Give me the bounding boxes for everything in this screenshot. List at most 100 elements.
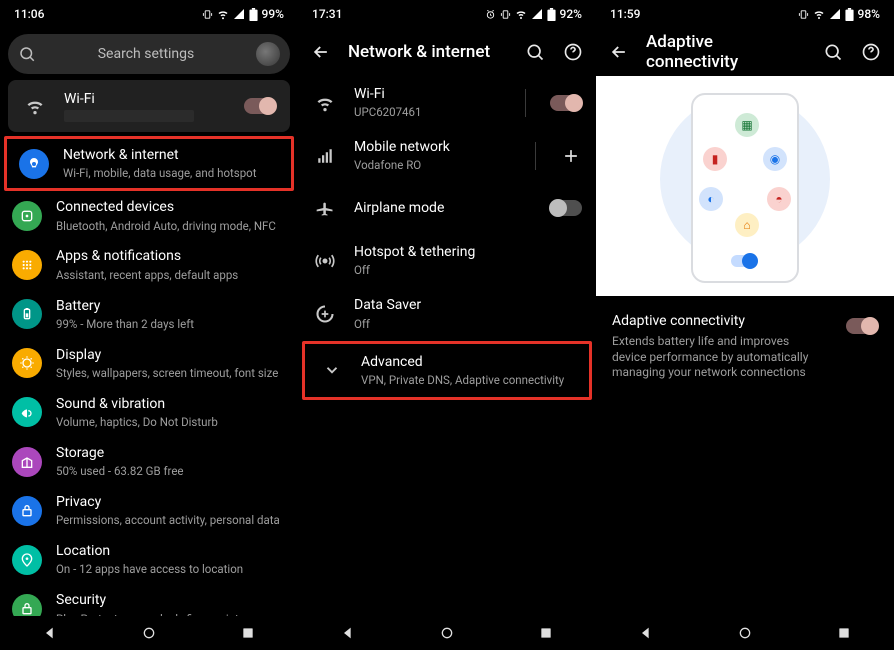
wifi-icon — [20, 96, 50, 116]
row-title: Mobile network — [354, 138, 511, 156]
nav-home[interactable] — [140, 624, 158, 642]
add-button[interactable] — [560, 145, 582, 167]
help-button[interactable] — [860, 41, 882, 63]
nav-home[interactable] — [736, 624, 754, 642]
item-title: Battery — [56, 297, 284, 315]
battery-icon — [249, 8, 258, 21]
search-settings[interactable]: Search settings — [8, 34, 290, 74]
status-time: 11:59 — [610, 7, 640, 21]
network-row[interactable]: Hotspot & tetheringOff — [298, 234, 596, 287]
category-icon — [12, 299, 42, 329]
settings-item[interactable]: Apps & notifications Assistant, recent ap… — [0, 240, 298, 289]
header-bar: Network & internet — [298, 28, 596, 76]
settings-item[interactable]: Network & internet Wi-Fi, mobile, data us… — [4, 136, 294, 191]
row-title: Data Saver — [354, 296, 582, 314]
datasaver-icon — [310, 304, 340, 324]
settings-item[interactable]: Connected devicesBluetooth, Android Auto… — [0, 191, 298, 240]
network-row[interactable]: Data SaverOff — [298, 287, 596, 340]
back-button[interactable] — [608, 41, 630, 63]
category-icon — [12, 545, 42, 575]
item-subtitle: Styles, wallpapers, screen timeout, font… — [56, 366, 284, 381]
item-title: Display — [56, 346, 284, 364]
adaptive-connectivity-row[interactable]: Adaptive connectivity Extends battery li… — [596, 296, 894, 381]
settings-item[interactable]: Display Styles, wallpapers, screen timeou… — [0, 339, 298, 388]
category-icon — [12, 496, 42, 526]
hotspot-icon — [310, 251, 340, 271]
wifi-title: Wi-Fi — [64, 90, 230, 108]
row-subtitle: Vodafone RO — [354, 158, 511, 173]
wifi-chip-icon: ◉ — [763, 147, 787, 171]
nav-home[interactable] — [438, 624, 456, 642]
category-icon — [12, 201, 42, 231]
search-button[interactable] — [822, 41, 844, 63]
adaptive-connectivity-panel: 11:59 98% Adaptive connectivity ▦ ▮ ◉ ◐ … — [596, 0, 894, 650]
toggle[interactable] — [550, 95, 582, 111]
wifi-toggle[interactable] — [244, 98, 276, 114]
settings-main-panel: 11:06 99% Search settings Wi-Fi Network … — [0, 0, 298, 650]
status-battery-pct: 92% — [560, 7, 582, 21]
signal-icon — [233, 8, 245, 20]
vibrate-icon — [500, 9, 511, 20]
nav-bar — [0, 616, 298, 650]
row-subtitle: UPC6207461 — [354, 105, 501, 120]
category-icon — [12, 250, 42, 280]
back-button[interactable] — [310, 41, 332, 63]
nav-bar — [596, 616, 894, 650]
toggle[interactable] — [550, 200, 582, 216]
setting-title: Adaptive connectivity — [612, 312, 834, 330]
network-row[interactable]: Wi-FiUPC6207461 — [298, 76, 596, 129]
item-title: Sound & vibration — [56, 395, 284, 413]
nav-recent[interactable] — [239, 624, 257, 642]
item-title: Privacy — [56, 493, 284, 511]
item-title: Location — [56, 542, 284, 560]
network-row[interactable]: AdvancedVPN, Private DNS, Adaptive conne… — [302, 341, 592, 400]
signal-icon — [531, 8, 543, 20]
settings-item[interactable]: Sound & vibrationVolume, haptics, Do Not… — [0, 388, 298, 437]
page-title: Network & internet — [348, 42, 508, 62]
header-bar: Adaptive connectivity — [596, 28, 894, 76]
item-subtitle: Assistant, recent apps, default apps — [56, 268, 284, 283]
item-title: Network & internet — [63, 146, 277, 164]
account-avatar[interactable] — [256, 42, 280, 66]
row-subtitle: Off — [354, 263, 582, 278]
search-placeholder: Search settings — [46, 46, 246, 62]
signal-icon — [829, 8, 841, 20]
settings-item[interactable]: Privacy Permissions, account activity, pe… — [0, 486, 298, 535]
help-button[interactable] — [562, 41, 584, 63]
settings-item[interactable]: Battery 99% - More than 2 days left — [0, 290, 298, 339]
item-subtitle: Bluetooth, Android Auto, driving mode, N… — [56, 219, 284, 234]
settings-item[interactable]: Location On - 12 apps have access to loca… — [0, 535, 298, 584]
network-row[interactable]: Airplane mode — [298, 182, 596, 234]
nav-recent[interactable] — [537, 624, 555, 642]
vibrate-icon — [798, 9, 809, 20]
network-row[interactable]: Mobile network Vodafone RO — [298, 129, 596, 182]
nav-recent[interactable] — [835, 624, 853, 642]
status-icons: 98% — [798, 7, 880, 21]
item-title: Storage — [56, 444, 284, 462]
item-subtitle: On - 12 apps have access to location — [56, 562, 284, 577]
wifi-icon — [515, 8, 527, 20]
signal-icon — [310, 147, 340, 165]
category-icon — [19, 149, 49, 179]
status-bar: 17:31 92% — [298, 0, 596, 28]
item-subtitle: 99% - More than 2 days left — [56, 317, 284, 332]
settings-item[interactable]: Storage50% used - 63.82 GB free — [0, 437, 298, 486]
item-subtitle: Permissions, account activity, personal … — [56, 513, 284, 528]
status-time: 17:31 — [312, 7, 342, 21]
status-bar: 11:06 99% — [0, 0, 298, 28]
nav-back[interactable] — [637, 624, 655, 642]
status-battery-pct: 99% — [262, 7, 284, 21]
category-icon — [12, 397, 42, 427]
adaptive-toggle[interactable] — [846, 318, 878, 334]
nav-back[interactable] — [339, 624, 357, 642]
status-icons: 92% — [485, 7, 582, 21]
item-subtitle: Wi-Fi, mobile, data usage, and hotspot — [63, 166, 277, 181]
battery-icon — [845, 8, 854, 21]
wifi-quick-card[interactable]: Wi-Fi — [8, 80, 290, 132]
nav-back[interactable] — [41, 624, 59, 642]
row-title: Airplane mode — [354, 199, 536, 217]
vibrate-icon — [202, 9, 213, 20]
phone-illustration: ▦ ▮ ◉ ◐ ◓ ⌂ — [691, 93, 799, 283]
search-button[interactable] — [524, 41, 546, 63]
item-title: Apps & notifications — [56, 247, 284, 265]
